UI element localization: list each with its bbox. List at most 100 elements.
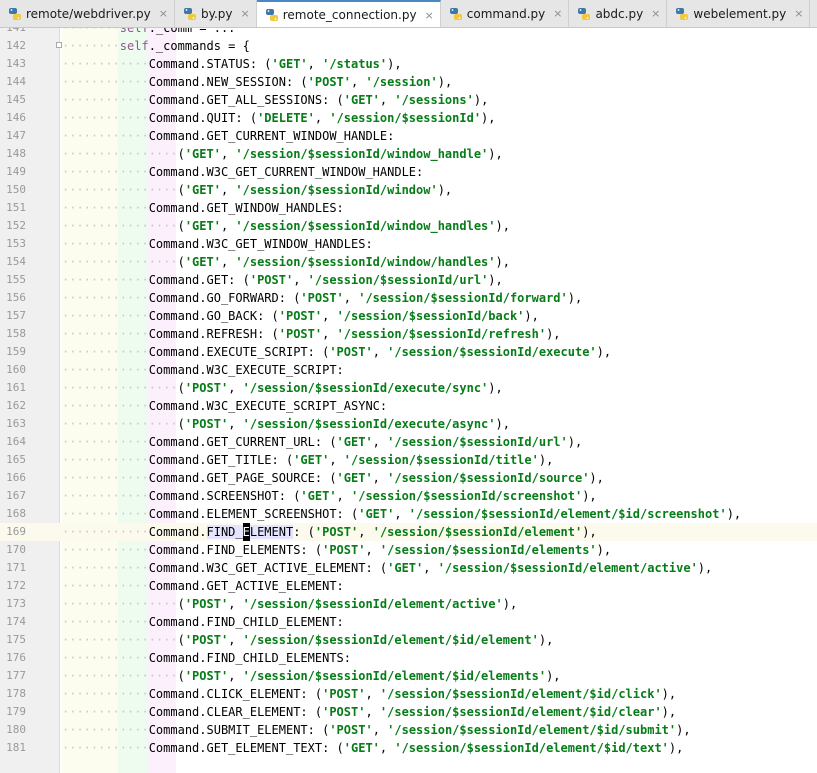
close-icon[interactable]: × [241, 7, 250, 20]
code-line[interactable]: 167 ············Command.SCREENSHOT: ('GET… [0, 487, 817, 505]
code-line[interactable]: 146 ············Command.QUIT: ('DELETE', … [0, 109, 817, 127]
line-number: 146 [6, 111, 26, 124]
code-line[interactable]: 161 ················('POST', '/session/$s… [0, 379, 817, 397]
code-line[interactable]: 148 ················('GET', '/session/$se… [0, 145, 817, 163]
code-line[interactable]: 160 ············Command.W3C_EXECUTE_SCRIP… [0, 361, 817, 379]
tab-remote-webdriver-py[interactable]: remote/webdriver.py × [0, 0, 175, 27]
code-text: ················('POST', '/session/$sess… [62, 597, 518, 611]
string-literal: 'POST' [184, 633, 229, 647]
line-number: 163 [6, 417, 26, 430]
code-line[interactable]: 152 ················('GET', '/session/$se… [0, 217, 817, 235]
code-line[interactable]: 163 ················('POST', '/session/$s… [0, 415, 817, 433]
line-number: 162 [6, 399, 26, 412]
whitespace-dots: ············ [62, 723, 149, 737]
whitespace-dots: ················ [62, 669, 178, 683]
code-line[interactable]: 174 ············Command.FIND_CHILD_ELEMEN… [0, 613, 817, 631]
tab-remote-connection-py[interactable]: remote_connection.py × [256, 0, 441, 27]
code-line[interactable]: 168 ············Command.ELEMENT_SCREENSHO… [0, 505, 817, 523]
code-text: ················('POST', '/session/$sess… [62, 381, 503, 395]
whitespace-dots: ············ [62, 687, 149, 701]
line-number: 150 [6, 183, 26, 196]
code-line[interactable]: 162 ············Command.W3C_EXECUTE_SCRIP… [0, 397, 817, 415]
whitespace-dots: ············ [62, 525, 149, 539]
tab-abdc-py[interactable]: abdc.py × [569, 0, 668, 27]
code-line[interactable]: 142 ········self._commands = { [0, 37, 817, 55]
code-text: ············Command.CLICK_ELEMENT: ('POS… [62, 687, 677, 701]
code-line[interactable]: 159 ············Command.EXECUTE_SCRIPT: (… [0, 343, 817, 361]
code-line[interactable]: 151 ············Command.GET_WINDOW_HANDLE… [0, 199, 817, 217]
whitespace-dots: ············ [62, 165, 149, 179]
line-number: 154 [6, 255, 26, 268]
string-literal: 'GET' [293, 453, 330, 467]
close-icon[interactable]: × [553, 7, 562, 20]
string-literal: '/session/$sessionId/element/$id/click' [379, 687, 662, 701]
code-text: ················('POST', '/session/$sess… [62, 417, 510, 431]
close-icon[interactable]: × [425, 9, 434, 22]
string-literal: 'GET' [336, 471, 373, 485]
string-literal: '/session/$sessionId/window/handles' [235, 255, 496, 269]
code-line[interactable]: 147 ············Command.GET_CURRENT_WINDO… [0, 127, 817, 145]
string-literal: 'GET' [184, 255, 221, 269]
whitespace-dots: ············ [62, 291, 149, 305]
code-line[interactable]: 165 ············Command.GET_TITLE: ('GET'… [0, 451, 817, 469]
tab-utils-py[interactable]: utils.py× [810, 0, 817, 27]
whitespace-dots: ········ [62, 39, 120, 53]
code-line[interactable]: 155 ············Command.GET: ('POST', '/s… [0, 271, 817, 289]
string-literal: 'POST' [184, 669, 229, 683]
code-line[interactable]: 173 ················('POST', '/session/$s… [0, 595, 817, 613]
string-literal: 'POST' [314, 525, 359, 539]
line-number: 152 [6, 219, 26, 232]
string-literal: 'POST' [322, 543, 366, 557]
code-line[interactable]: 176 ············Command.FIND_CHILD_ELEMEN… [0, 649, 817, 667]
tab-webelement-py[interactable]: webelement.py × [667, 0, 811, 27]
code-line[interactable]: 175 ················('POST', '/session/$s… [0, 631, 817, 649]
code-line[interactable]: 177 ················('POST', '/session/$s… [0, 667, 817, 685]
python-file-icon [449, 7, 463, 21]
code-text: ············Command.GO_FORWARD: ('POST',… [62, 291, 583, 305]
string-literal: 'GET' [184, 219, 221, 233]
line-number: 148 [6, 147, 26, 160]
string-literal: '/session/$sessionId/execute/sync' [242, 381, 489, 395]
code-line[interactable]: 157 ············Command.GO_BACK: ('POST',… [0, 307, 817, 325]
code-line[interactable]: 156 ············Command.GO_FORWARD: ('POS… [0, 289, 817, 307]
code-line[interactable]: 154 ················('GET', '/session/$se… [0, 253, 817, 271]
code-line[interactable]: 166 ············Command.GET_PAGE_SOURCE: … [0, 469, 817, 487]
code-line[interactable]: 150 ················('GET', '/session/$se… [0, 181, 817, 199]
code-line[interactable]: 143 ············Command.STATUS: ('GET', '… [0, 55, 817, 73]
tab-by-py[interactable]: by.py × [175, 0, 257, 27]
whitespace-dots: ················ [62, 147, 178, 161]
whitespace-dots: ················ [62, 597, 178, 611]
close-icon[interactable]: × [159, 7, 168, 20]
close-icon[interactable]: × [794, 7, 803, 20]
string-literal: '/session/$sessionId/element/$id/element… [242, 633, 539, 647]
code-line[interactable]: 172 ············Command.GET_ACTIVE_ELEMEN… [0, 577, 817, 595]
code-line[interactable]: 145 ············Command.GET_ALL_SESSIONS:… [0, 91, 817, 109]
string-literal: 'GET' [300, 489, 337, 503]
code-line[interactable]: 153 ············Command.W3C_GET_WINDOW_HA… [0, 235, 817, 253]
code-line[interactable]: 169 ············Command.FIND_ELEMENT: ('P… [0, 523, 817, 541]
whitespace-dots: ············ [62, 741, 149, 755]
code-line[interactable]: 179 ············Command.CLEAR_ELEMENT: ('… [0, 703, 817, 721]
code-line[interactable]: 180 ············Command.SUBMIT_ELEMENT: (… [0, 721, 817, 739]
string-literal: '/session/$sessionId/element/$id/text' [394, 741, 669, 755]
line-number: 166 [6, 471, 26, 484]
code-line[interactable]: 149 ············Command.W3C_GET_CURRENT_W… [0, 163, 817, 181]
code-line[interactable]: 181 ············Command.GET_ELEMENT_TEXT:… [0, 739, 817, 757]
code-line[interactable]: 141 ········self._comm = ... [0, 28, 817, 37]
code-line[interactable]: 170 ············Command.FIND_ELEMENTS: ('… [0, 541, 817, 559]
whitespace-dots: ············ [62, 543, 149, 557]
line-number: 145 [6, 93, 26, 106]
code-text: ············Command.FIND_ELEMENTS: ('POS… [62, 543, 612, 557]
line-number: 177 [6, 669, 26, 682]
code-line[interactable]: 178 ············Command.CLICK_ELEMENT: ('… [0, 685, 817, 703]
code-line[interactable]: 158 ············Command.REFRESH: ('POST',… [0, 325, 817, 343]
code-line[interactable]: 171 ············Command.W3C_GET_ACTIVE_EL… [0, 559, 817, 577]
code-line[interactable]: 144 ············Command.NEW_SESSION: ('PO… [0, 73, 817, 91]
whitespace-dots: ············ [62, 705, 149, 719]
code-text: ············Command.EXECUTE_SCRIPT: ('PO… [62, 345, 612, 359]
code-line[interactable]: 164 ············Command.GET_CURRENT_URL: … [0, 433, 817, 451]
line-number: 180 [6, 723, 26, 736]
tab-command-py[interactable]: command.py × [441, 0, 570, 27]
close-icon[interactable]: × [651, 7, 660, 20]
code-editor[interactable]: 141········self._comm = ...142········se… [0, 28, 817, 773]
